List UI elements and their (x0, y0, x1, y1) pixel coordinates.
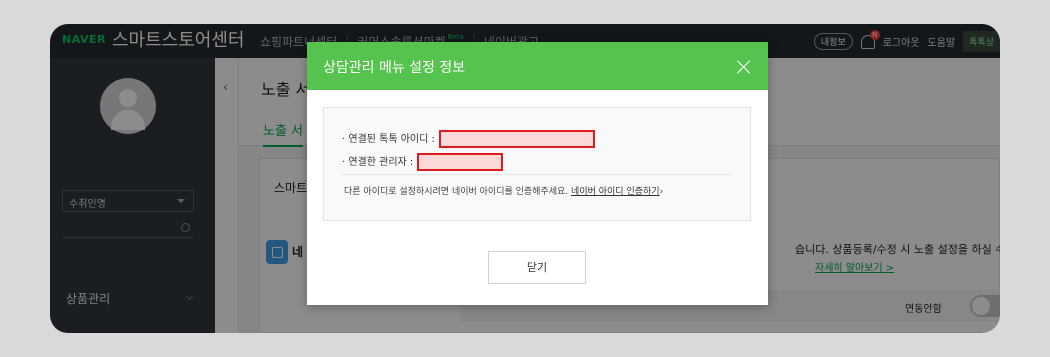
redacted-talk-id (438, 130, 595, 148)
close-icon[interactable] (736, 59, 752, 75)
linked-talk-id-row: · 연결된 톡톡 아이디 : (342, 130, 595, 148)
chevron-right-icon: › (659, 187, 664, 197)
verify-hint: 다른 아이디로 설정하시려면 네이버 아이디를 인증해주세요. 네이버 아이디 … (344, 184, 663, 197)
linked-talk-id-label: · 연결된 톡톡 아이디 : (342, 134, 435, 145)
modal-header: 상담관리 메뉴 설정 정보 (307, 42, 768, 90)
close-button[interactable]: 닫기 (488, 251, 586, 284)
verify-naver-id-link[interactable]: 네이버 아이디 인증하기 (571, 187, 660, 197)
app-frame: NAVER 스마트스토어센터 쇼핑파트너센터 | 커머스솔루션마켓Beta | … (50, 24, 1000, 333)
linked-admin-row: · 연결한 관리자 : (342, 153, 504, 171)
divider (342, 174, 732, 175)
redacted-admin (417, 153, 504, 171)
info-box: · 연결된 톡톡 아이디 : · 연결한 관리자 : 다른 아이디로 설정하시려… (323, 107, 751, 221)
consultation-settings-modal: 상담관리 메뉴 설정 정보 · 연결된 톡톡 아이디 : · 연결한 관리자 :… (307, 42, 768, 305)
modal-title: 상담관리 메뉴 설정 정보 (323, 60, 466, 76)
linked-admin-label: · 연결한 관리자 : (342, 157, 414, 168)
hint-text: 다른 아이디로 설정하시려면 네이버 아이디를 인증해주세요. (344, 187, 569, 197)
